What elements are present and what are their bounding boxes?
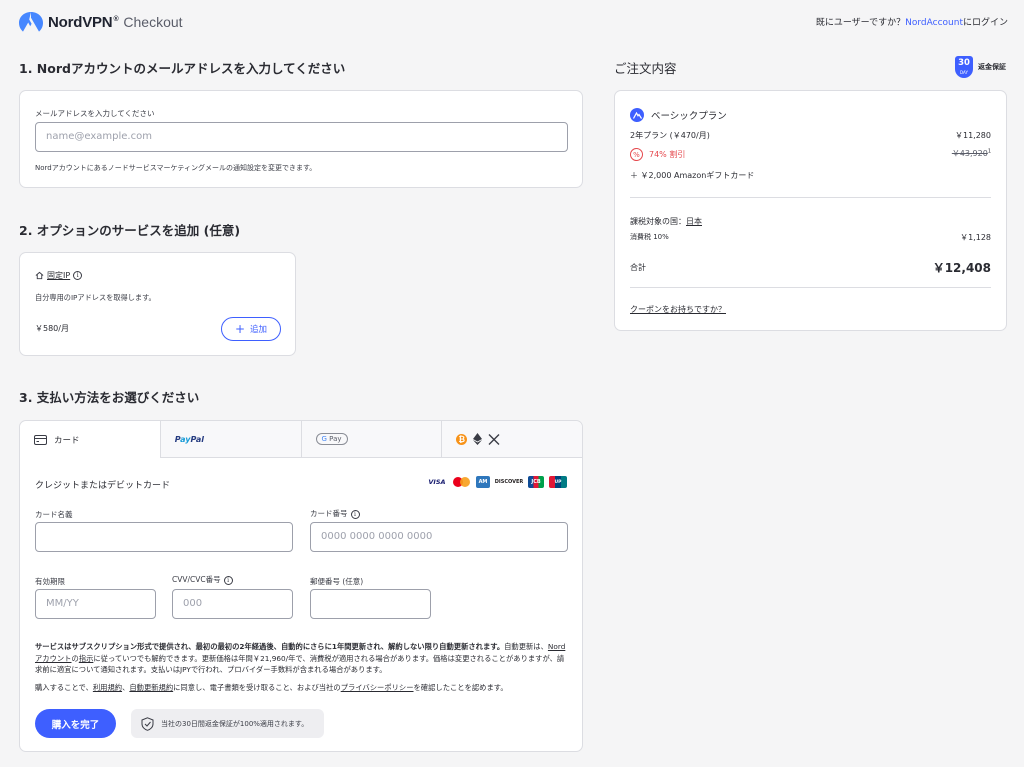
cardnumber-input[interactable]: 0000 0000 0000 0000 [310,522,568,552]
add-addon-button[interactable]: + 追加 [221,317,281,341]
nordaccount-link[interactable]: NordAccount [905,18,963,28]
bitcoin-icon: ₿ [456,433,468,445]
order-summary-card: ベーシックプラン 2年プラン (￥470/月) ￥11,280 % 74% 割引 ￥… [614,90,1007,331]
xrp-icon [488,433,500,445]
addon-price: ￥580/月 [35,324,69,333]
tab-gpay[interactable]: G Pay [300,421,442,458]
complete-purchase-button[interactable]: 購入を完了 [35,709,116,738]
money-back-note: 当社の30日間返金保証が100%適用されます。 [131,709,324,738]
info-icon[interactable]: i [350,509,360,519]
header: NordVPN® Checkout 既にユーザーですか？NordAccountに… [0,0,1024,44]
shield-check-icon [141,716,154,731]
gift-row: ＋ ￥2,000 Amazonギフトカード [630,171,755,180]
privacy-policy-link[interactable]: プライバシーポリシー [341,683,414,692]
nordvpn-mountain-icon [19,12,43,32]
login-prompt: 既にユーザーですか？NordAccountにログイン [815,18,1008,28]
terms-of-service-link[interactable]: 利用規約 [93,683,122,692]
cardholder-input[interactable] [35,522,293,552]
zip-label: 郵便番号 (任意) [310,577,364,586]
home-icon [35,271,44,280]
card-icon [34,434,47,445]
order-summary-title: ご注文内容 [614,61,677,76]
discover-icon: DISCOVER [494,479,524,485]
plan-term-row: 2年プラン (￥470/月) ￥11,280 [630,131,991,140]
amex-icon: AM [476,476,490,488]
cardnumber-label: カード番号 i [310,508,360,519]
email-note: Nordアカウントにあるノードサービスマーケティングメールの通知設定を変更できま… [35,164,317,172]
total-value: ￥12,408 [932,261,991,275]
nordvpn-plan-icon [630,108,644,122]
email-input[interactable]: name@example.com [35,122,568,152]
addon-card: 固定IP i 自分専用のIPアドレスを取得します。 ￥580/月 + 追加 [19,252,296,356]
mastercard-icon [452,476,471,488]
expiry-label: 有効期限 [35,577,65,586]
addon-name[interactable]: 固定IP [47,270,70,281]
tax-country-row: 課税対象の国： 日本 [630,216,702,227]
unionpay-icon: UP [549,476,567,488]
plus-icon: + [234,322,246,336]
addon-desc: 自分専用のIPアドレスを取得します。 [35,293,156,302]
coupon-link[interactable]: クーポンをお持ちですか？ [630,304,991,315]
ethereum-icon [473,433,483,445]
auto-renewal-terms-link[interactable]: 自動更新規約 [129,683,173,692]
card-heading: クレジットまたはデビットカード [35,481,171,491]
plan-name: ベーシックプラン [651,111,727,122]
checkout-label: Checkout [123,14,183,30]
payment-card: カード PayPal G Pay ₿ クレジットまたはデビットカード VISA … [19,420,583,752]
discount-row: % 74% 割引 ￥43,9201 [630,148,991,161]
divider [630,287,991,288]
gpay-icon: G Pay [315,433,348,445]
money-back-badge: 30 DAY 返金保証 [955,56,1006,78]
payment-tabs: カード PayPal G Pay ₿ [20,421,582,458]
tax-row: 消費税 10% ￥1,128 [630,233,991,242]
info-icon[interactable]: i [223,575,233,585]
instructions-link[interactable]: 指示 [79,654,94,663]
nordvpn-logo[interactable]: NordVPN® Checkout [19,12,183,32]
email-label: メールアドレスを入力してください [35,109,155,118]
cardholder-label: カード名義 [35,510,73,519]
brand-name: NordVPN® [48,13,119,31]
subscription-terms: サービスはサブスクリプション形式で提供され、最初の最初の2年経過後、自動的にさら… [35,642,566,674]
section-payment-title: 3. 支払い方法をお選びください [19,390,200,405]
discount-icon: % [630,148,643,161]
cvv-input[interactable]: 000 [172,589,293,619]
zip-input[interactable] [310,589,431,619]
jcb-icon: JCB [528,476,544,488]
plan-heading: ベーシックプラン [630,108,727,122]
tab-paypal[interactable]: PayPal [159,421,301,458]
card-brand-logos: VISA AM DISCOVER JCB UP [427,476,567,488]
tab-crypto[interactable]: ₿ [441,421,582,458]
total-row: 合計 ￥12,408 [630,261,991,275]
email-card: メールアドレスを入力してください name@example.com Nordアカ… [19,90,583,188]
section-email-title: 1. Nordアカウントのメールアドレスを入力してください [19,61,346,76]
tab-card[interactable]: カード [20,421,160,458]
divider [630,197,991,198]
paypal-icon: PayPal [174,434,204,444]
tax-country-link[interactable]: 日本 [686,216,702,227]
consent-text: 購入することで、利用規約、自動更新規約に同意し、電子書類を受け取ること、および当… [35,683,508,692]
addon-header: 固定IP i [35,270,83,281]
section-addons-title: 2. オプションのサービスを追加 (任意) [19,223,241,238]
cvv-label: CVV/CVC番号 i [172,574,233,585]
visa-icon: VISA [428,478,446,486]
30-day-badge-icon: 30 DAY [955,56,973,78]
info-icon[interactable]: i [73,271,83,280]
expiry-input[interactable]: MM/YY [35,589,156,619]
